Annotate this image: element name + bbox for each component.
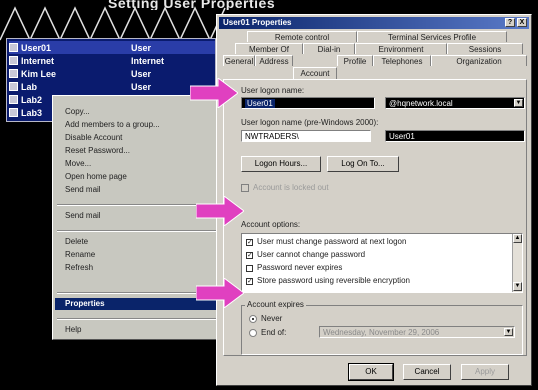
user-properties-dialog: User01 Properties ? X Remote control Ter… — [216, 14, 532, 386]
user-row[interactable]: User01 User — [9, 41, 215, 54]
menu-item-rename[interactable]: Rename — [55, 249, 230, 261]
account-option[interactable]: ✓ User must change password at next logon — [246, 237, 406, 247]
apply-button[interactable]: Apply — [461, 364, 509, 380]
logon-name-value: User01 — [245, 99, 275, 108]
user-icon — [9, 82, 18, 91]
pre2000-domain-field: NWTRADERS\ — [241, 130, 371, 142]
user-name: Lab — [21, 81, 38, 92]
dialog-title: User01 Properties — [223, 18, 292, 27]
checkbox-icon[interactable]: ✓ — [246, 238, 253, 246]
tab-organization[interactable]: Organization — [431, 55, 527, 66]
pre2000-label: User logon name (pre-Windows 2000): — [241, 118, 379, 127]
menu-item-move[interactable]: Move... — [55, 158, 230, 170]
tab-dial-in[interactable]: Dial-in — [303, 43, 355, 54]
tab-address[interactable]: Address — [255, 55, 293, 66]
chevron-down-icon[interactable]: ▼ — [504, 328, 513, 336]
end-of-date-picker[interactable]: Wednesday, November 29, 2006 ▼ — [319, 326, 515, 338]
logon-name-input[interactable]: User01 — [241, 97, 375, 109]
locked-out-label: Account is locked out — [253, 183, 329, 192]
user-icon — [9, 95, 18, 104]
menu-item-open-home-page[interactable]: Open home page — [55, 171, 230, 183]
cancel-button[interactable]: Cancel — [403, 364, 451, 380]
pre2000-user-input[interactable]: User01 — [385, 130, 525, 142]
user-row[interactable]: Lab User — [9, 80, 215, 93]
pointer-arrow-icon — [196, 278, 244, 308]
tab-telephones[interactable]: Telephones — [373, 55, 431, 66]
user-name: Internet — [21, 55, 55, 66]
user-row[interactable]: Kim Lee User — [9, 67, 215, 80]
checkbox-icon[interactable]: ✓ — [246, 277, 253, 285]
menu-item-send-mail[interactable]: Send mail — [55, 184, 230, 196]
upn-suffix-value: @hqnetwork.local — [389, 99, 453, 108]
account-options-list[interactable]: ✓ User must change password at next logon… — [241, 233, 523, 293]
log-on-to-button[interactable]: Log On To... — [327, 156, 399, 172]
end-of-date-value: Wednesday, November 29, 2006 — [323, 328, 440, 337]
account-options-label: Account options: — [241, 220, 301, 229]
dialog-title-bar: User01 Properties ? X — [219, 17, 529, 29]
tab-terminal-services-profile[interactable]: Terminal Services Profile — [357, 31, 507, 42]
end-of-label: End of: — [261, 328, 287, 337]
user-type: User — [131, 68, 152, 79]
user-icon — [9, 43, 18, 52]
account-option-label: Store password using reversible encrypti… — [257, 276, 410, 285]
menu-item-reset-password[interactable]: Reset Password... — [55, 145, 230, 157]
tab-profile[interactable]: Profile — [337, 55, 373, 66]
chevron-down-icon[interactable]: ▼ — [514, 99, 523, 107]
menu-item-delete[interactable]: Delete — [55, 236, 230, 248]
background-title: Setting User Properties — [108, 0, 276, 10]
menu-separator — [57, 318, 227, 320]
account-option-label: Password never expires — [257, 263, 343, 272]
user-name: Kim Lee — [21, 68, 57, 79]
account-option[interactable]: ✓ Store password using reversible encrypt… — [246, 276, 410, 286]
pointer-arrow-icon — [196, 196, 244, 226]
logon-hours-button[interactable]: Logon Hours... — [241, 156, 321, 172]
user-type: User — [131, 42, 152, 53]
menu-separator — [57, 230, 227, 232]
logon-name-label: User logon name: — [241, 86, 305, 95]
ok-button[interactable]: OK — [348, 363, 394, 381]
options-scrollbar[interactable]: ▲ ▼ — [512, 234, 522, 292]
user-name: User01 — [21, 42, 52, 53]
upn-suffix-select[interactable]: @hqnetwork.local ▼ — [385, 97, 525, 109]
tab-environment[interactable]: Environment — [355, 43, 447, 54]
scroll-down-icon[interactable]: ▼ — [513, 282, 522, 291]
user-type: Internet — [131, 55, 165, 66]
menu-item-refresh[interactable]: Refresh — [55, 262, 230, 274]
user-row[interactable]: Internet Internet — [9, 54, 215, 67]
user-icon — [9, 69, 18, 78]
user-icon — [9, 108, 18, 117]
close-icon[interactable]: X — [517, 18, 527, 27]
menu-item-add-to-group[interactable]: Add members to a group... — [55, 119, 230, 131]
never-label: Never — [261, 314, 283, 323]
end-of-radio[interactable] — [249, 329, 257, 337]
tab-member-of[interactable]: Member Of — [235, 43, 303, 54]
tab-sessions[interactable]: Sessions — [447, 43, 523, 54]
checkbox-icon[interactable] — [246, 264, 253, 272]
menu-item-help[interactable]: Help — [55, 324, 230, 336]
checkbox-icon[interactable]: ✓ — [246, 251, 253, 259]
account-option-label: User cannot change password — [257, 250, 366, 259]
never-radio[interactable] — [249, 315, 257, 323]
user-type: User — [131, 81, 152, 92]
tab-general[interactable]: General — [223, 55, 255, 66]
account-option[interactable]: ✓ User cannot change password — [246, 250, 365, 260]
account-option-label: User must change password at next logon — [257, 237, 407, 246]
help-icon[interactable]: ? — [505, 18, 515, 27]
tab-remote-control[interactable]: Remote control — [247, 31, 357, 42]
menu-item-disable-account[interactable]: Disable Account — [55, 132, 230, 144]
account-option[interactable]: Password never expires — [246, 263, 342, 273]
locked-out-checkbox[interactable] — [241, 184, 249, 192]
scroll-up-icon[interactable]: ▲ — [513, 234, 522, 243]
account-expires-label: Account expires — [245, 300, 306, 309]
user-icon — [9, 56, 18, 65]
pointer-arrow-icon — [190, 78, 238, 108]
